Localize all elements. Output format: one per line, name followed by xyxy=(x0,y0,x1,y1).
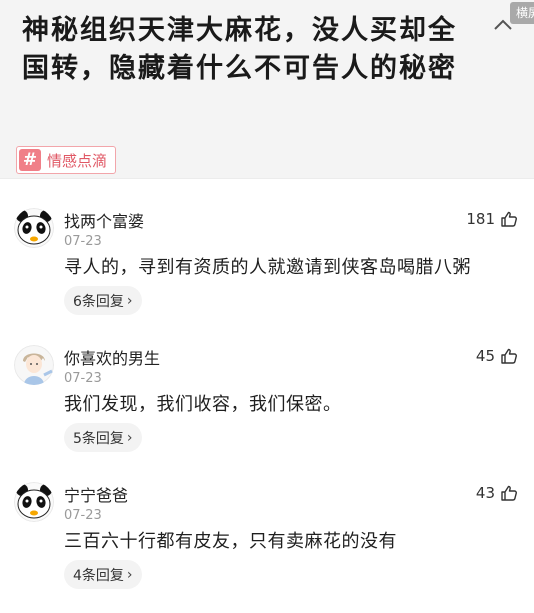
comment-text[interactable]: 我们发现，我们收容，我们保密。 xyxy=(64,390,342,416)
panda-avatar[interactable] xyxy=(14,208,54,248)
hash-icon: # xyxy=(19,149,41,171)
comment-date: 07-23 xyxy=(64,508,102,523)
comment-date: 07-23 xyxy=(64,371,102,386)
anime-boy-avatar[interactable] xyxy=(14,345,54,385)
comment-username[interactable]: 你喜欢的男生 xyxy=(64,345,160,369)
replies-label: 6条回复 xyxy=(73,293,124,310)
like-button[interactable]: 181 xyxy=(466,210,518,228)
view-replies-button[interactable]: 6条回复 › xyxy=(64,286,142,315)
like-button[interactable]: 43 xyxy=(476,484,518,502)
chevron-right-icon: › xyxy=(126,292,133,309)
landscape-badge[interactable]: 横屏 xyxy=(510,2,534,24)
thumbs-up-icon xyxy=(501,485,517,501)
thumbs-up-icon xyxy=(501,348,517,364)
comment-item: 你喜欢的男生 45 07-23 我们发现，我们收容，我们保密。 5条回复 › xyxy=(0,339,534,476)
view-replies-button[interactable]: 5条回复 › xyxy=(64,423,142,452)
panda-avatar[interactable] xyxy=(14,482,54,522)
comment-text[interactable]: 三百六十行都有皮友，只有卖麻花的没有 xyxy=(64,527,397,553)
like-count: 45 xyxy=(475,347,495,365)
comment-item: 宁宁爸爸 43 07-23 三百六十行都有皮友，只有卖麻花的没有 4条回复 › xyxy=(0,476,534,613)
replies-label: 4条回复 xyxy=(73,567,124,584)
like-count: 181 xyxy=(466,210,495,228)
comment-date: 07-23 xyxy=(64,234,102,249)
chevron-right-icon: › xyxy=(126,566,133,583)
view-replies-button[interactable]: 4条回复 › xyxy=(64,560,142,589)
like-count: 43 xyxy=(475,484,495,502)
chevron-right-icon: › xyxy=(126,429,133,446)
comment-username[interactable]: 宁宁爸爸 xyxy=(64,482,128,506)
comment-username[interactable]: 找两个富婆 xyxy=(64,208,144,232)
like-button[interactable]: 45 xyxy=(476,347,518,365)
topic-tag[interactable]: # 情感点滴 xyxy=(16,146,117,174)
post-title: 神秘组织天津大麻花，没人买却全国转，隐藏着什么不可告人的秘密 xyxy=(22,15,457,84)
comment-text[interactable]: 寻人的，寻到有资质的人就邀请到侠客岛喝腊八粥 xyxy=(64,253,471,279)
replies-label: 5条回复 xyxy=(73,430,124,447)
topic-tag-label: 情感点滴 xyxy=(47,151,108,170)
post-header: 神秘组织天津大麻花，没人买却全国转，隐藏着什么不可告人的秘密 横屏 # 情感点滴 xyxy=(0,0,534,179)
thumbs-up-icon xyxy=(501,211,517,227)
comment-item: 找两个富婆 181 07-23 寻人的，寻到有资质的人就邀请到侠客岛喝腊八粥 6… xyxy=(0,202,534,339)
